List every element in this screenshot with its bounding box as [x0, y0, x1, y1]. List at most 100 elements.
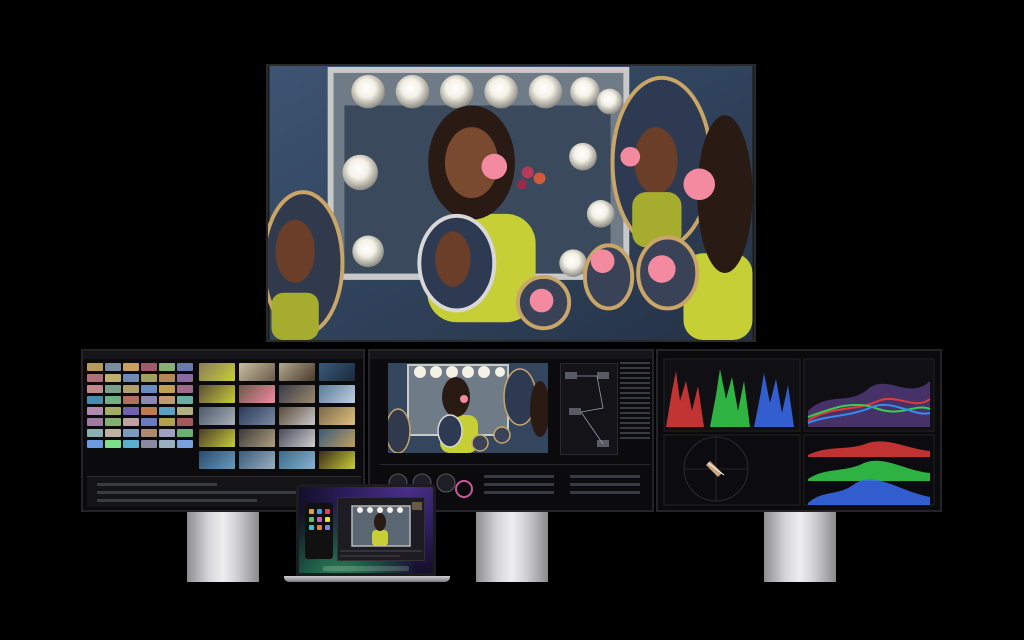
- left-menu-bar: [83, 351, 363, 359]
- clip-thumb[interactable]: [319, 451, 355, 469]
- clip-thumb[interactable]: [123, 363, 139, 371]
- clip-thumb[interactable]: [87, 385, 103, 393]
- clip-thumb[interactable]: [159, 396, 175, 404]
- clip-thumb[interactable]: [123, 440, 139, 448]
- clip-thumb[interactable]: [105, 374, 121, 382]
- app-icon[interactable]: [309, 509, 314, 514]
- app-icon[interactable]: [309, 517, 314, 522]
- app-icon[interactable]: [309, 525, 314, 530]
- clip-thumb[interactable]: [239, 363, 275, 381]
- clip-thumb[interactable]: [105, 385, 121, 393]
- iphone-mirroring-window[interactable]: [305, 503, 333, 559]
- clip-thumb[interactable]: [141, 407, 157, 415]
- clip-thumb[interactable]: [279, 429, 315, 447]
- clip-thumb[interactable]: [123, 418, 139, 426]
- clip-thumb[interactable]: [319, 407, 355, 425]
- clip-thumb[interactable]: [87, 429, 103, 437]
- clip-thumb[interactable]: [177, 440, 193, 448]
- macbook-base: [284, 576, 450, 582]
- clip-thumb[interactable]: [141, 374, 157, 382]
- clip-thumb[interactable]: [87, 407, 103, 415]
- media-thumbnails-small: [87, 363, 195, 448]
- left-monitor-stand: [187, 512, 259, 582]
- clip-thumb[interactable]: [279, 363, 315, 381]
- node[interactable]: [565, 372, 577, 379]
- app-icon[interactable]: [317, 525, 322, 530]
- clip-thumb[interactable]: [239, 407, 275, 425]
- clip-thumb[interactable]: [239, 451, 275, 469]
- round-mirror-right: [610, 75, 714, 250]
- clip-thumb[interactable]: [279, 385, 315, 403]
- clip-thumb[interactable]: [159, 407, 175, 415]
- editing-app-window[interactable]: [337, 497, 425, 561]
- clip-thumb[interactable]: [319, 363, 355, 381]
- clip-thumb[interactable]: [177, 396, 193, 404]
- clip-thumb[interactable]: [87, 374, 103, 382]
- clip-thumb[interactable]: [123, 407, 139, 415]
- clip-thumb[interactable]: [177, 429, 193, 437]
- color-wheel[interactable]: [455, 480, 473, 498]
- clip-thumb[interactable]: [105, 429, 121, 437]
- app-icon[interactable]: [317, 517, 322, 522]
- clip-thumb[interactable]: [87, 396, 103, 404]
- clip-thumb[interactable]: [87, 418, 103, 426]
- dock[interactable]: [323, 566, 409, 571]
- clip-thumb[interactable]: [319, 385, 355, 403]
- clip-thumb[interactable]: [141, 396, 157, 404]
- clip-thumb[interactable]: [105, 440, 121, 448]
- clip-thumb[interactable]: [177, 418, 193, 426]
- clip-thumb[interactable]: [199, 363, 235, 381]
- node[interactable]: [569, 408, 581, 415]
- clip-thumb[interactable]: [199, 407, 235, 425]
- right-monitor: [656, 349, 942, 512]
- app-icon[interactable]: [325, 509, 330, 514]
- histogram-icon: [803, 434, 935, 506]
- node[interactable]: [597, 372, 609, 379]
- app-icon[interactable]: [317, 509, 322, 514]
- clip-thumb[interactable]: [141, 429, 157, 437]
- reference-display: [266, 64, 756, 342]
- clip-thumb[interactable]: [159, 440, 175, 448]
- color-viewer[interactable]: [385, 363, 550, 454]
- clip-thumb[interactable]: [177, 407, 193, 415]
- clip-thumb[interactable]: [239, 429, 275, 447]
- clip-thumb[interactable]: [177, 374, 193, 382]
- clip-thumb[interactable]: [123, 429, 139, 437]
- clip-thumb[interactable]: [105, 396, 121, 404]
- clip-thumb[interactable]: [141, 418, 157, 426]
- clip-thumb[interactable]: [279, 451, 315, 469]
- waveform-icon: [663, 358, 801, 432]
- clip-thumb[interactable]: [105, 363, 121, 371]
- center-menu-bar: [370, 351, 652, 359]
- right-monitor-stand: [764, 512, 836, 582]
- color-wheel[interactable]: [436, 473, 456, 493]
- clip-thumb[interactable]: [177, 363, 193, 371]
- clip-thumb[interactable]: [87, 363, 103, 371]
- properties-list: [620, 359, 650, 459]
- clip-thumb[interactable]: [159, 418, 175, 426]
- clip-thumb[interactable]: [141, 385, 157, 393]
- clip-thumb[interactable]: [159, 429, 175, 437]
- clip-thumb[interactable]: [279, 407, 315, 425]
- clip-thumb[interactable]: [141, 440, 157, 448]
- node-graph[interactable]: [560, 363, 618, 455]
- clip-thumb[interactable]: [159, 385, 175, 393]
- clip-thumb[interactable]: [105, 418, 121, 426]
- clip-thumb[interactable]: [105, 407, 121, 415]
- clip-thumb[interactable]: [199, 385, 235, 403]
- clip-thumb[interactable]: [123, 374, 139, 382]
- clip-thumb[interactable]: [87, 440, 103, 448]
- clip-thumb[interactable]: [177, 385, 193, 393]
- clip-thumb[interactable]: [123, 385, 139, 393]
- clip-thumb[interactable]: [123, 396, 139, 404]
- waveform-overlay: [803, 358, 935, 432]
- app-icon[interactable]: [325, 525, 330, 530]
- clip-thumb[interactable]: [199, 429, 235, 447]
- clip-thumb[interactable]: [159, 363, 175, 371]
- clip-thumb[interactable]: [319, 429, 355, 447]
- clip-thumb[interactable]: [141, 363, 157, 371]
- clip-thumb[interactable]: [239, 385, 275, 403]
- clip-thumb[interactable]: [159, 374, 175, 382]
- app-icon[interactable]: [325, 517, 330, 522]
- clip-thumb[interactable]: [199, 451, 235, 469]
